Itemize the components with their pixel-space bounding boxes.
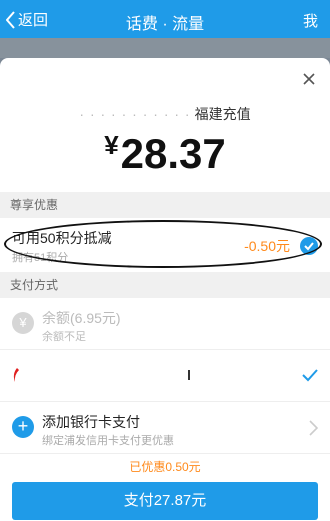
balance-option: ¥ 余额(6.95元) 余额不足 bbox=[0, 298, 330, 350]
merchant-mask: · · · · · · · · · · · bbox=[79, 106, 191, 122]
redacted-mark bbox=[188, 370, 190, 380]
balance-icon: ¥ bbox=[12, 312, 34, 334]
add-card-label: 添加银行卡支付 bbox=[42, 414, 140, 430]
merchant-name: 福建充值 bbox=[194, 106, 251, 122]
bank-card-option[interactable] bbox=[0, 350, 330, 402]
merchant-line: · · · · · · · · · · · 福建充值 bbox=[0, 104, 330, 124]
page-title: 话费 · 流量 bbox=[125, 16, 205, 33]
chevron-right-icon bbox=[309, 420, 318, 436]
amount-value: 28.37 bbox=[120, 130, 226, 177]
balance-note: 余额不足 bbox=[42, 331, 86, 343]
points-discount-value: -0.50元 bbox=[244, 238, 290, 254]
saved-amount-text: 已优惠0.50元 bbox=[129, 460, 201, 474]
currency-symbol: ¥ bbox=[104, 130, 119, 160]
payment-amount: ¥28.37 bbox=[0, 130, 330, 178]
add-card-note: 绑定浦发信用卡支付更优惠 bbox=[42, 435, 174, 447]
check-icon bbox=[304, 242, 314, 251]
me-button[interactable]: 我 bbox=[303, 10, 318, 31]
pay-button[interactable]: 支付27.87元 bbox=[12, 482, 318, 520]
points-label: 可用50积分抵减 bbox=[12, 230, 112, 246]
selected-check-icon bbox=[302, 369, 318, 382]
balance-label: 余额(6.95元) bbox=[42, 310, 121, 326]
dimmed-background bbox=[0, 38, 330, 58]
points-owned: 拥有51积分 bbox=[12, 252, 69, 264]
bank-logo-icon bbox=[13, 368, 19, 382]
points-checkbox[interactable] bbox=[300, 237, 318, 255]
add-bank-card-option[interactable]: + 添加银行卡支付 绑定浦发信用卡支付更优惠 bbox=[0, 402, 330, 454]
payment-sheet: · · · · · · · · · · · 福建充值 ¥28.37 尊享优惠 可用… bbox=[0, 58, 330, 521]
close-icon[interactable] bbox=[301, 71, 317, 87]
section-discount-header: 尊享优惠 bbox=[0, 192, 330, 218]
plus-icon: + bbox=[12, 416, 34, 438]
top-nav-bar: 返回 话费 · 流量 我 bbox=[0, 0, 330, 38]
points-discount-row[interactable]: 可用50积分抵减 拥有51积分 -0.50元 bbox=[0, 218, 330, 270]
section-payment-header: 支付方式 bbox=[0, 272, 330, 298]
